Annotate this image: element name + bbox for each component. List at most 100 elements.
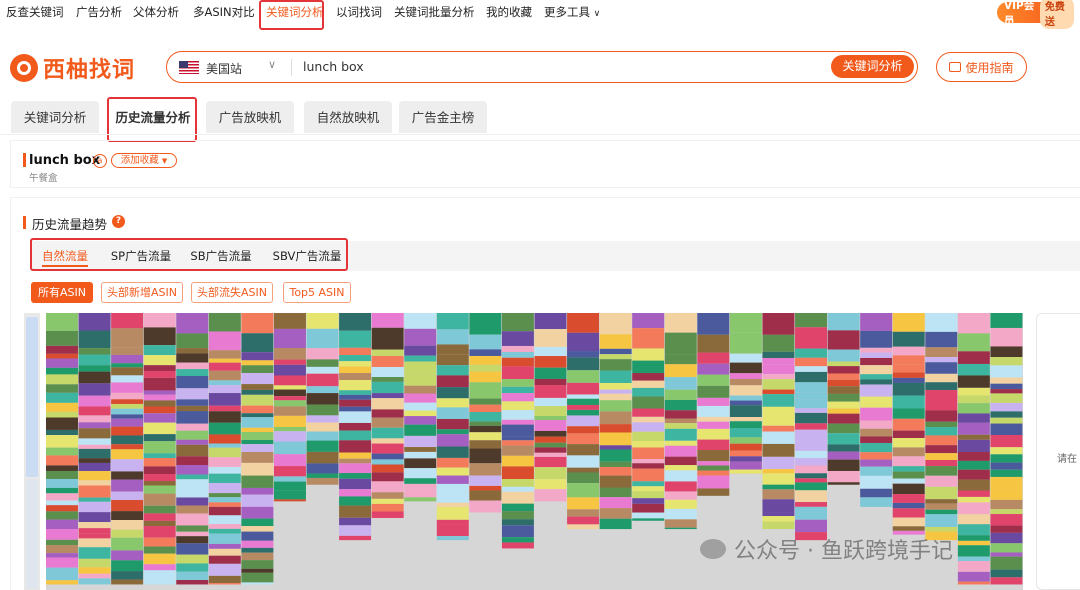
mosaic-cell[interactable]: [404, 435, 437, 448]
mosaic-cell[interactable]: [208, 502, 241, 507]
mosaic-cell[interactable]: [892, 395, 925, 409]
mosaic-cell[interactable]: [371, 398, 404, 410]
mosaic-cell[interactable]: [957, 375, 990, 388]
mosaic-cell[interactable]: [632, 486, 665, 492]
mosaic-cell[interactable]: [111, 444, 144, 450]
mosaic-cell[interactable]: [339, 517, 372, 526]
mosaic-cell[interactable]: [176, 571, 209, 581]
mosaic-cell[interactable]: [697, 421, 730, 429]
mosaic-cell[interactable]: [78, 538, 111, 548]
mosaic-cell[interactable]: [990, 469, 1023, 477]
mosaic-cell[interactable]: [632, 360, 665, 374]
mosaic-cell[interactable]: [46, 528, 78, 540]
mosaic-cell[interactable]: [534, 416, 567, 421]
mosaic-cell[interactable]: [795, 327, 827, 349]
mosaic-cell[interactable]: [208, 380, 241, 386]
mosaic-cell[interactable]: [176, 474, 209, 480]
mosaic-cell[interactable]: [371, 481, 404, 493]
mosaic-cell[interactable]: [664, 377, 697, 390]
mosaic-cell[interactable]: [762, 425, 795, 432]
mosaic-cell[interactable]: [469, 463, 502, 476]
mosaic-cell[interactable]: [436, 524, 469, 537]
mosaic-cell[interactable]: [436, 398, 469, 408]
mosaic-cell[interactable]: [241, 518, 274, 527]
mosaic-cell[interactable]: [795, 357, 827, 367]
mosaic-cell[interactable]: [697, 385, 730, 398]
mosaic-cell[interactable]: [501, 386, 534, 394]
mosaic-cell[interactable]: [599, 354, 632, 360]
mosaic-cell[interactable]: [795, 458, 827, 466]
mosaic-cell[interactable]: [241, 568, 274, 573]
mosaic-cell[interactable]: [860, 466, 893, 476]
mosaic-cell[interactable]: [567, 524, 600, 530]
mosaic-cell[interactable]: [957, 351, 990, 364]
mosaic-cell[interactable]: [339, 355, 372, 362]
mosaic-cell[interactable]: [436, 354, 469, 366]
mosaic-cell[interactable]: [729, 400, 762, 406]
mosaic-cell[interactable]: [469, 421, 502, 426]
tab-organic-player[interactable]: 自然放映机: [304, 101, 392, 133]
mosaic-cell[interactable]: [925, 514, 958, 527]
mosaic-cell[interactable]: [990, 327, 1023, 347]
mosaic-cell[interactable]: [501, 393, 534, 402]
mosaic-cell[interactable]: [827, 444, 860, 452]
mosaic-cell[interactable]: [241, 333, 274, 353]
mosaic-cell[interactable]: [176, 531, 209, 537]
mosaic-cell[interactable]: [599, 518, 632, 530]
mosaic-cell[interactable]: [46, 505, 78, 512]
mosaic-cell[interactable]: [46, 493, 78, 501]
mosaic-cell[interactable]: [176, 486, 209, 498]
mosaic-cell[interactable]: [404, 402, 437, 411]
mosaic-cell[interactable]: [306, 473, 339, 478]
mosaic-cell[interactable]: [501, 466, 534, 480]
mosaic-cell[interactable]: [599, 370, 632, 383]
mosaic-cell[interactable]: [534, 489, 567, 502]
mosaic-cell[interactable]: [436, 446, 469, 458]
mosaic-cell[interactable]: [46, 417, 78, 430]
mosaic-cell[interactable]: [567, 444, 600, 456]
mosaic-cell[interactable]: [306, 348, 339, 360]
mosaic-cell[interactable]: [208, 362, 241, 371]
mosaic-cell[interactable]: [78, 558, 111, 568]
mosaic-cell[interactable]: [143, 546, 176, 554]
mosaic-cell[interactable]: [762, 489, 795, 500]
mosaic-cell[interactable]: [46, 313, 78, 331]
mosaic-cell[interactable]: [143, 400, 176, 407]
mosaic-cell[interactable]: [664, 465, 697, 471]
mosaic-cell[interactable]: [892, 483, 925, 495]
mosaic-cell[interactable]: [860, 313, 893, 331]
mosaic-cell[interactable]: [925, 373, 958, 383]
mosaic-cell[interactable]: [827, 401, 860, 409]
mosaic-cell[interactable]: [46, 374, 78, 385]
mosaic-cell[interactable]: [176, 505, 209, 514]
mosaic-cell[interactable]: [632, 396, 665, 409]
mosaic-cell[interactable]: [78, 348, 111, 355]
mosaic-cell[interactable]: [273, 415, 306, 423]
mosaic-cell[interactable]: [208, 447, 241, 458]
mosaic-cell[interactable]: [664, 519, 697, 528]
mosaic-cell[interactable]: [111, 414, 144, 419]
mosaic-cell[interactable]: [795, 482, 827, 491]
mosaic-cell[interactable]: [567, 455, 600, 468]
mosaic-cell[interactable]: [990, 389, 1023, 394]
mosaic-cell[interactable]: [241, 582, 274, 585]
mosaic-cell[interactable]: [469, 490, 502, 501]
nav-ad-analysis[interactable]: 广告分析: [76, 4, 122, 20]
mosaic-cell[interactable]: [436, 418, 469, 430]
mosaic-cell[interactable]: [241, 352, 274, 361]
filter-top-lost-asin[interactable]: 头部流失ASIN: [191, 282, 273, 303]
mosaic-cell[interactable]: [957, 502, 990, 515]
mosaic-cell[interactable]: [436, 507, 469, 520]
mosaic-cell[interactable]: [208, 313, 241, 332]
mosaic-cell[interactable]: [762, 334, 795, 352]
mosaic-cell[interactable]: [827, 386, 860, 394]
mosaic-cell[interactable]: [371, 409, 404, 418]
mosaic-cell[interactable]: [143, 327, 176, 346]
mosaic-cell[interactable]: [241, 526, 274, 532]
mosaic-cell[interactable]: [469, 364, 502, 372]
mosaic-cell[interactable]: [404, 374, 437, 386]
logo[interactable]: 西柚找词: [10, 52, 135, 84]
marketplace-select[interactable]: 美国站: [206, 60, 242, 77]
mosaic-cell[interactable]: [371, 417, 404, 428]
mosaic-cell[interactable]: [990, 365, 1023, 378]
